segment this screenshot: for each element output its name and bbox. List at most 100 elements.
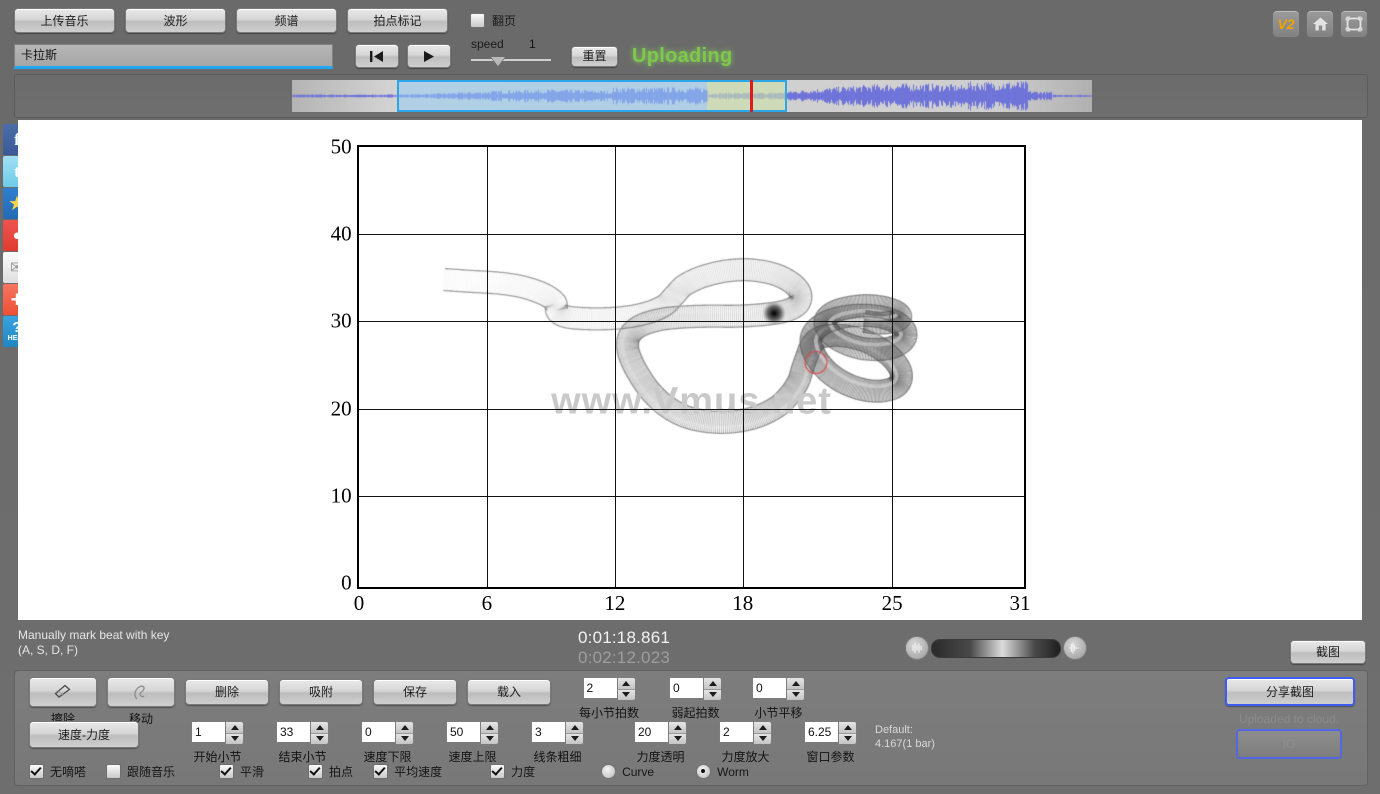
dynamics-scale-stepper[interactable]: [719, 721, 772, 745]
play-button[interactable]: [407, 44, 451, 68]
page-turn-checkbox-group[interactable]: 翻页: [470, 12, 516, 29]
delete-button[interactable]: 删除: [185, 679, 269, 705]
checkbox-dynamics[interactable]: [490, 764, 506, 779]
save-button[interactable]: 保存: [373, 679, 457, 705]
tempo-max-stepper[interactable]: [446, 721, 499, 745]
bar-shift-down[interactable]: [787, 688, 805, 700]
tab-upload-music[interactable]: 上传音乐: [14, 8, 115, 33]
radio-curve-group[interactable]: Curve: [601, 764, 654, 779]
dynamics-scale-input[interactable]: [719, 721, 753, 743]
tempo-min-stepper[interactable]: [361, 721, 414, 745]
beats-per-bar-down[interactable]: [617, 688, 635, 700]
tempo-max-up[interactable]: [481, 722, 498, 733]
dynamics-opacity-down[interactable]: [669, 732, 686, 744]
speed-slider-group[interactable]: speed 1: [471, 37, 563, 73]
tempo-dynamics-plot[interactable]: www.Vmus.net 0 6 12 18 25 31 0 10 20 30 40 50: [331, 135, 1031, 616]
radio-worm-group[interactable]: Worm: [696, 764, 749, 779]
window-param-stepper[interactable]: [804, 721, 857, 745]
start-bar-input[interactable]: [191, 721, 225, 743]
pickup-beats-down[interactable]: [704, 688, 722, 700]
tempo-min-arrows[interactable]: [395, 721, 414, 745]
line-width-arrows[interactable]: [565, 721, 584, 745]
dynamics-scale-arrows[interactable]: [753, 721, 772, 745]
volume-control[interactable]: [905, 636, 1087, 660]
speed-slider-track[interactable]: [471, 59, 551, 61]
checkbox-smooth[interactable]: [219, 764, 235, 779]
start-bar-arrows[interactable]: [225, 721, 244, 745]
checkbox-no-tick[interactable]: [29, 764, 44, 779]
waveform-selection-primary[interactable]: [397, 80, 707, 112]
reset-button[interactable]: 重置: [571, 45, 618, 67]
tab-spectrum[interactable]: 频谱: [236, 8, 337, 33]
start-bar-down[interactable]: [226, 732, 243, 744]
line-width-up[interactable]: [566, 722, 583, 733]
waveform-playhead[interactable]: [750, 80, 753, 112]
io-button[interactable]: IO: [1236, 729, 1342, 759]
load-button[interactable]: 载入: [467, 679, 551, 705]
line-width-input[interactable]: [531, 721, 565, 743]
dynamics-scale-up[interactable]: [754, 722, 771, 733]
bar-shift-arrows[interactable]: [786, 677, 806, 701]
pickup-beats-input[interactable]: [669, 677, 704, 699]
dynamics-scale-down[interactable]: [754, 732, 771, 744]
checkbox-no-tick-group[interactable]: 无嘀嗒: [29, 763, 86, 780]
dynamics-opacity-arrows[interactable]: [668, 721, 687, 745]
bar-shift-stepper[interactable]: [752, 677, 806, 701]
snapshot-button[interactable]: 截图: [1290, 640, 1366, 664]
rewind-to-start-button[interactable]: [355, 44, 399, 68]
tempo-min-down[interactable]: [396, 732, 413, 744]
end-bar-stepper[interactable]: [276, 721, 329, 745]
end-bar-down[interactable]: [311, 732, 328, 744]
beats-per-bar-input[interactable]: [582, 677, 617, 699]
fullscreen-icon[interactable]: [1340, 10, 1368, 38]
radio-worm[interactable]: [696, 764, 712, 779]
snap-button[interactable]: 吸附: [279, 679, 363, 705]
speed-slider-thumb[interactable]: [491, 57, 505, 66]
window-param-arrows[interactable]: [838, 721, 857, 745]
end-bar-arrows[interactable]: [310, 721, 329, 745]
song-title-input[interactable]: 卡拉斯: [14, 43, 333, 69]
dynamics-opacity-stepper[interactable]: [634, 721, 687, 745]
radio-curve[interactable]: [601, 764, 617, 779]
pickup-beats-stepper[interactable]: [669, 677, 723, 701]
tempo-min-input[interactable]: [361, 721, 395, 743]
waveform-overview[interactable]: [292, 80, 1092, 112]
line-width-stepper[interactable]: [531, 721, 584, 745]
tempo-dynamics-button[interactable]: 速度-力度: [29, 721, 139, 748]
beats-per-bar-stepper[interactable]: [582, 677, 636, 701]
pickup-beats-arrows[interactable]: [703, 677, 723, 701]
tab-beat-marks[interactable]: 拍点标记: [347, 8, 448, 33]
beats-per-bar-arrows[interactable]: [616, 677, 636, 701]
window-param-input[interactable]: [804, 721, 838, 743]
checkbox-beat-points-group[interactable]: 拍点: [308, 763, 353, 780]
window-param-down[interactable]: [839, 732, 856, 744]
checkbox-dynamics-group[interactable]: 力度: [490, 763, 535, 780]
checkbox-average-tempo[interactable]: [373, 764, 389, 779]
tempo-max-arrows[interactable]: [480, 721, 499, 745]
v2-badge[interactable]: V2: [1272, 10, 1300, 38]
checkbox-follow-music[interactable]: [106, 764, 122, 779]
bar-shift-input[interactable]: [752, 677, 787, 699]
home-icon[interactable]: [1306, 10, 1334, 38]
tempo-min-up[interactable]: [396, 722, 413, 733]
page-turn-checkbox[interactable]: [470, 13, 485, 28]
dynamics-opacity-up[interactable]: [669, 722, 686, 733]
checkbox-smooth-group[interactable]: 平滑: [219, 763, 264, 780]
beats-per-bar-up[interactable]: [617, 678, 635, 689]
volume-slider[interactable]: [931, 638, 1061, 658]
tab-waveform[interactable]: 波形: [125, 8, 226, 33]
dynamics-opacity-input[interactable]: [634, 721, 668, 743]
share-snapshot-button[interactable]: 分享截图: [1225, 677, 1355, 706]
start-bar-stepper[interactable]: [191, 721, 244, 745]
start-bar-up[interactable]: [226, 722, 243, 733]
volume-low-icon[interactable]: [905, 636, 929, 660]
waveform-selection-secondary[interactable]: [707, 80, 787, 112]
end-bar-up[interactable]: [311, 722, 328, 733]
volume-high-icon[interactable]: [1063, 636, 1087, 660]
checkbox-average-tempo-group[interactable]: 平均速度: [373, 763, 442, 780]
end-bar-input[interactable]: [276, 721, 310, 743]
bar-shift-up[interactable]: [787, 678, 805, 689]
tool-move[interactable]: [107, 677, 175, 707]
checkbox-follow-music-group[interactable]: 跟随音乐: [106, 763, 175, 780]
pickup-beats-up[interactable]: [704, 678, 722, 689]
